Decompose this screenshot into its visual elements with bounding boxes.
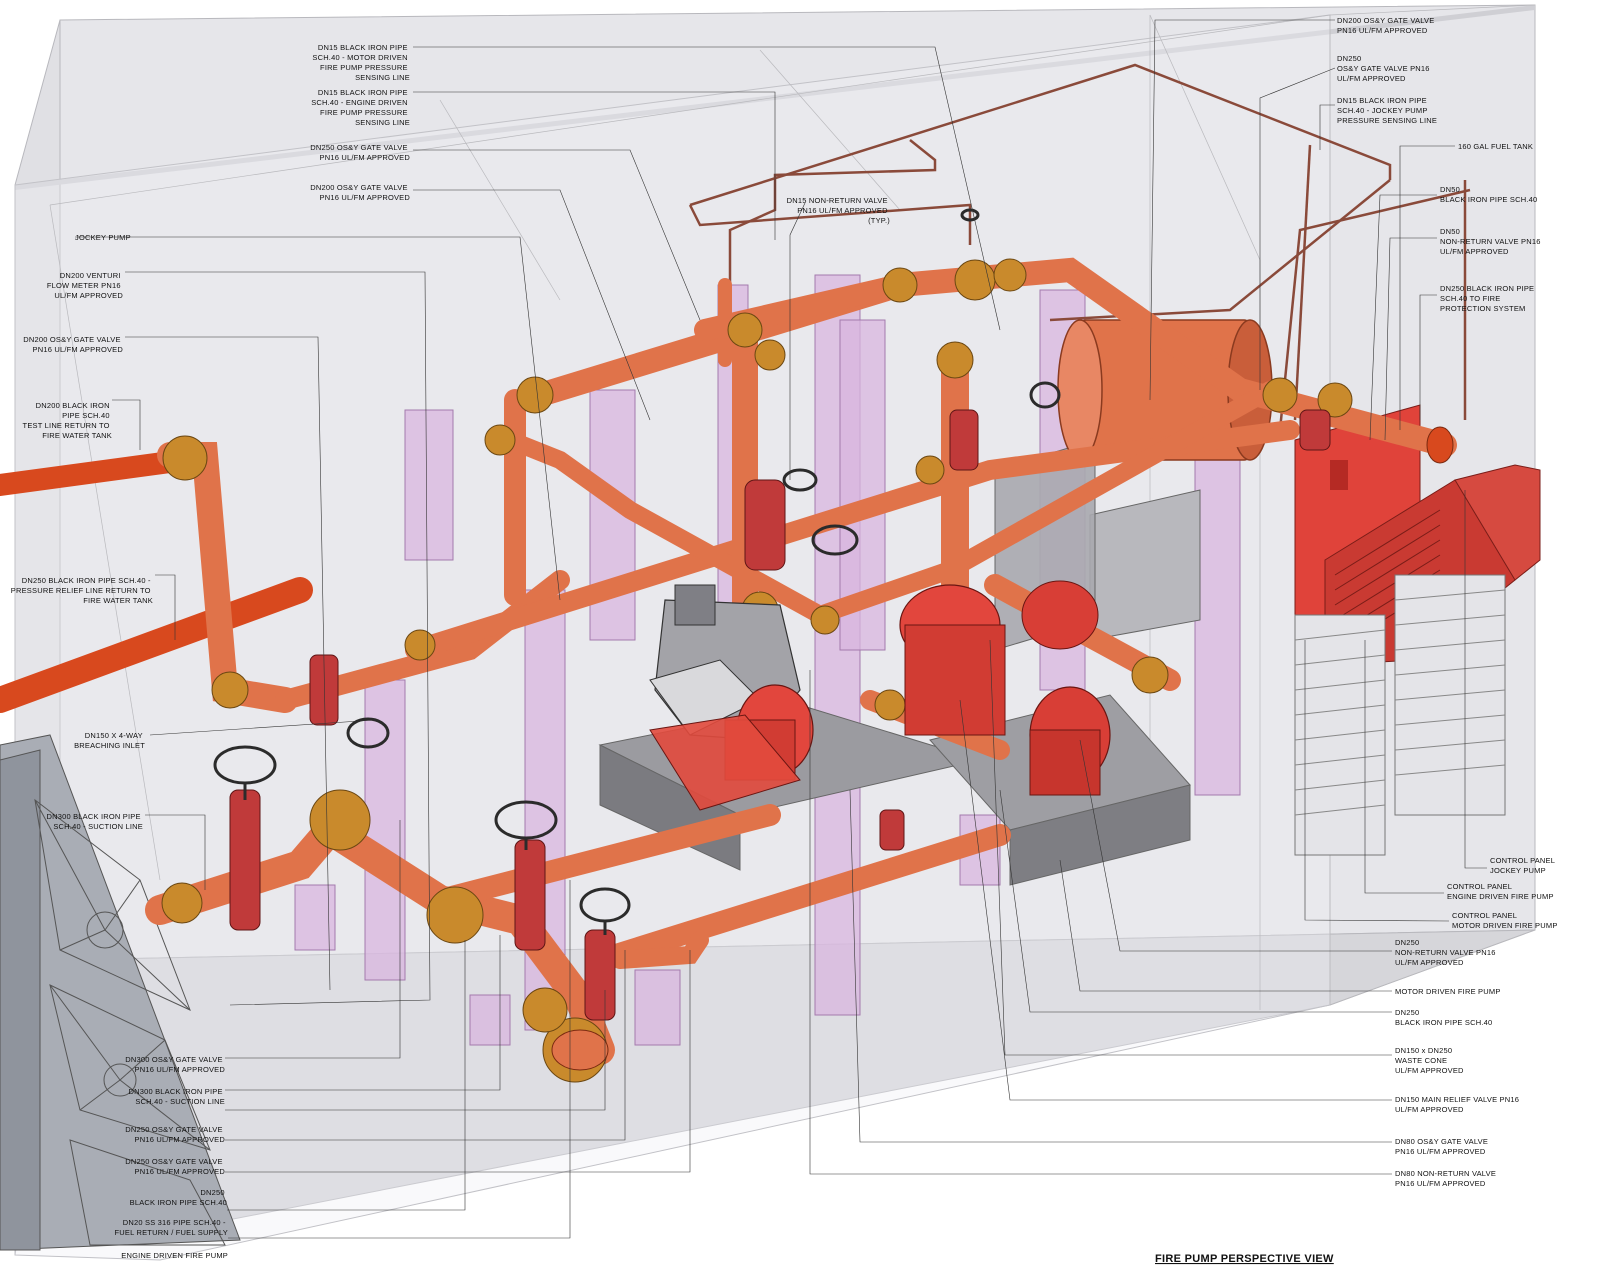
label-dn200-gate-valve-top: DN200 OS&Y GATE VALVE PN16 UL/FM APPROVE… xyxy=(310,183,410,202)
label-dn250-gate-valve-top: DN250 OS&Y GATE VALVE PN16 UL/FM APPROVE… xyxy=(310,143,410,162)
label-dn250-gate-valve-b: DN250 OS&Y GATE VALVE PN16 UL/FM APPROVE… xyxy=(125,1157,225,1176)
label-fuel-return-supply: DN20 SS 316 PIPE SCH.40 - FUEL RETURN / … xyxy=(115,1218,229,1237)
label-jockey-sensing-line: DN15 BLACK IRON PIPE SCH.40 - JOCKEY PUM… xyxy=(1337,96,1437,125)
label-suction-line-upper: DN300 BLACK IRON PIPE SCH.40 - SUCTION L… xyxy=(46,812,143,831)
fire-pump-perspective-diagram: DN15 BLACK IRON PIPE SCH.40 - MOTOR DRIV… xyxy=(0,4,1558,1265)
label-dn250-black-iron-pipe-right: DN250 BLACK IRON PIPE SCH.40 xyxy=(1395,1008,1492,1027)
label-jockey-pump: JOCKEY PUMP xyxy=(75,233,131,242)
label-dn300-gate-valve: DN300 OS&Y GATE VALVE PN16 UL/FM APPROVE… xyxy=(125,1055,225,1074)
label-suction-line-lower: DN300 BLACK IRON PIPE SCH.40 - SUCTION L… xyxy=(128,1087,225,1106)
label-fuel-tank: 160 GAL FUEL TANK xyxy=(1458,142,1533,151)
label-control-panel-motor: CONTROL PANEL MOTOR DRIVEN FIRE PUMP xyxy=(1452,911,1558,930)
label-motor-driven-fire-pump: MOTOR DRIVEN FIRE PUMP xyxy=(1395,987,1501,996)
label-dn80-non-return-valve: DN80 NON-RETURN VALVE PN16 UL/FM APPROVE… xyxy=(1395,1169,1498,1188)
label-control-panel-engine: CONTROL PANEL ENGINE DRIVEN FIRE PUMP xyxy=(1447,882,1554,901)
label-dn200-gate-valve-right: DN200 OS&Y GATE VALVE PN16 UL/FM APPROVE… xyxy=(1337,16,1437,35)
label-control-panel-jockey: CONTROL PANEL JOCKEY PUMP xyxy=(1490,856,1557,875)
label-waste-cone: DN150 x DN250 WASTE CONE UL/FM APPROVED xyxy=(1395,1046,1464,1075)
label-engine-driven-fire-pump: ENGINE DRIVEN FIRE PUMP xyxy=(121,1251,228,1260)
label-dn80-gate-valve: DN80 OS&Y GATE VALVE PN16 UL/FM APPROVED xyxy=(1395,1137,1490,1156)
label-main-relief-valve: DN150 MAIN RELIEF VALVE PN16 UL/FM APPRO… xyxy=(1395,1095,1521,1114)
drawing-title: FIRE PUMP PERSPECTIVE VIEW xyxy=(1155,1253,1334,1265)
wall-louvres xyxy=(1294,574,1506,856)
label-dn200-gate-valve-left: DN200 OS&Y GATE VALVE PN16 UL/FM APPROVE… xyxy=(23,335,123,354)
label-dn250-gate-valve-a: DN250 OS&Y GATE VALVE PN16 UL/FM APPROVE… xyxy=(125,1125,225,1144)
label-breaching-inlet: DN150 X 4-WAY BREACHING INLET xyxy=(74,731,145,750)
